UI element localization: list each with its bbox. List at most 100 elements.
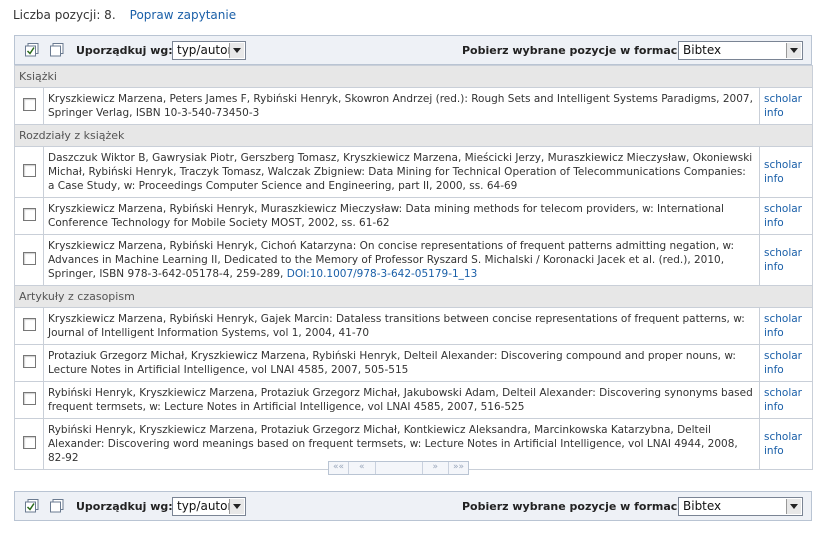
info-link[interactable]: info [764,363,812,377]
doi-link[interactable]: DOI:10.1007/978-3-642-05179-1_13 [287,268,478,280]
pagination: «« « » »» [328,461,470,475]
export-format-select[interactable]: Bibtex [678,497,803,516]
export-select-value: Bibtex [683,499,722,513]
publication-row: Protaziuk Grzegorz Michał, Kryszkiewicz … [14,344,813,382]
citation-cell: Kryszkiewicz Marzena, Rybiński Henryk, M… [43,197,760,235]
scholar-link[interactable]: scholar [764,92,812,106]
citation-cell: Kryszkiewicz Marzena, Rybiński Henryk, G… [43,307,760,345]
select-checkbox[interactable] [22,392,36,405]
checkbox-cell [14,418,44,470]
page-next[interactable]: » [423,462,450,474]
select-all-icon[interactable] [25,43,39,57]
section-header: Książki [14,65,813,88]
deselect-all-icon[interactable] [50,499,64,513]
links-cell: scholar info [759,381,813,419]
scholar-link[interactable]: scholar [764,246,812,260]
export-label: Pobierz wybrane pozycje w formacie: [462,44,693,57]
select-checkbox[interactable] [22,252,36,265]
scholar-link[interactable]: scholar [764,158,812,172]
export-label: Pobierz wybrane pozycje w formacie: [462,500,693,513]
citation-cell: Rybiński Henryk, Kryszkiewicz Marzena, P… [43,381,760,419]
result-count: Liczba pozycji: 8. Popraw zapytanie [13,8,236,22]
citation-cell: Protaziuk Grzegorz Michał, Kryszkiewicz … [43,344,760,382]
chevron-down-icon [229,499,244,514]
select-checkbox[interactable] [22,318,36,331]
info-link[interactable]: info [764,326,812,340]
checkbox-cell [14,234,44,286]
links-cell: scholar info [759,307,813,345]
info-link[interactable]: info [764,400,812,414]
chevron-down-icon [786,499,801,514]
toolbar-top: Uporządkuj wg: typ/autor Pobierz wybrane… [14,35,812,65]
citation-text: Protaziuk Grzegorz Michał, Kryszkiewicz … [48,350,736,376]
publication-row: Kryszkiewicz Marzena, Rybiński Henryk, M… [14,197,813,235]
citation-text: Rybiński Henryk, Kryszkiewicz Marzena, P… [48,387,753,413]
select-checkbox[interactable] [22,98,36,111]
links-cell: scholar info [759,87,813,125]
page-last[interactable]: »» [449,462,468,474]
publication-row: Daszczuk Wiktor B, Gawrysiak Piotr, Gers… [14,146,813,198]
info-link[interactable]: info [764,444,812,458]
links-cell: scholar info [759,344,813,382]
citation-text: Kryszkiewicz Marzena, Rybiński Henryk, G… [48,313,745,339]
section-header: Rozdziały z książek [14,124,813,147]
publication-list: Książki Kryszkiewicz Marzena, Peters Jame… [14,65,813,470]
links-cell: scholar info [759,234,813,286]
citation-text: Kryszkiewicz Marzena, Rybiński Henryk, M… [48,203,724,229]
page-first[interactable]: «« [329,462,350,474]
checkbox-cell [14,87,44,125]
info-link[interactable]: info [764,106,812,120]
sort-label: Uporządkuj wg: [76,500,173,513]
info-link[interactable]: info [764,172,812,186]
scholar-link[interactable]: scholar [764,312,812,326]
publication-row: Kryszkiewicz Marzena, Rybiński Henryk, C… [14,234,813,286]
page-prev[interactable]: « [349,462,376,474]
links-cell: scholar info [759,197,813,235]
section-header: Artykuły z czasopism [14,285,813,308]
sort-select[interactable]: typ/autor [172,497,246,516]
select-checkbox[interactable] [22,355,36,368]
scholar-link[interactable]: scholar [764,430,812,444]
publication-row: Kryszkiewicz Marzena, Rybiński Henryk, G… [14,307,813,345]
sort-label: Uporządkuj wg: [76,44,173,57]
citation-text: Rybiński Henryk, Kryszkiewicz Marzena, P… [48,424,738,464]
links-cell: scholar info [759,146,813,198]
checkbox-cell [14,146,44,198]
refine-query-link[interactable]: Popraw zapytanie [130,8,236,22]
page-current[interactable] [376,462,423,474]
info-link[interactable]: info [764,216,812,230]
checkbox-cell [14,344,44,382]
chevron-down-icon [786,43,801,58]
sort-select-value: typ/autor [177,499,233,513]
scholar-link[interactable]: scholar [764,202,812,216]
citation-text: Kryszkiewicz Marzena, Peters James F, Ry… [48,93,753,119]
result-count-label: Liczba pozycji: 8. [13,8,116,22]
links-cell: scholar info [759,418,813,470]
sort-select-value: typ/autor [177,43,233,57]
select-all-icon[interactable] [25,499,39,513]
chevron-down-icon [229,43,244,58]
section-title: Książki [14,65,813,88]
section-title: Artykuły z czasopism [14,285,813,308]
export-select-value: Bibtex [683,43,722,57]
export-format-select[interactable]: Bibtex [678,41,803,60]
toolbar-bottom: Uporządkuj wg: typ/autor Pobierz wybrane… [14,491,812,521]
select-checkbox[interactable] [22,436,36,449]
citation-cell: Kryszkiewicz Marzena, Peters James F, Ry… [43,87,760,125]
sort-select[interactable]: typ/autor [172,41,246,60]
select-checkbox[interactable] [22,208,36,221]
section-title: Rozdziały z książek [14,124,813,147]
checkbox-cell [14,307,44,345]
citation-cell: Daszczuk Wiktor B, Gawrysiak Piotr, Gers… [43,146,760,198]
publication-row: Kryszkiewicz Marzena, Peters James F, Ry… [14,87,813,125]
select-checkbox[interactable] [22,164,36,177]
citation-text: Daszczuk Wiktor B, Gawrysiak Piotr, Gers… [48,152,753,192]
publication-row: Rybiński Henryk, Kryszkiewicz Marzena, P… [14,381,813,419]
scholar-link[interactable]: scholar [764,349,812,363]
info-link[interactable]: info [764,260,812,274]
citation-cell: Kryszkiewicz Marzena, Rybiński Henryk, C… [43,234,760,286]
checkbox-cell [14,197,44,235]
scholar-link[interactable]: scholar [764,386,812,400]
deselect-all-icon[interactable] [50,43,64,57]
checkbox-cell [14,381,44,419]
